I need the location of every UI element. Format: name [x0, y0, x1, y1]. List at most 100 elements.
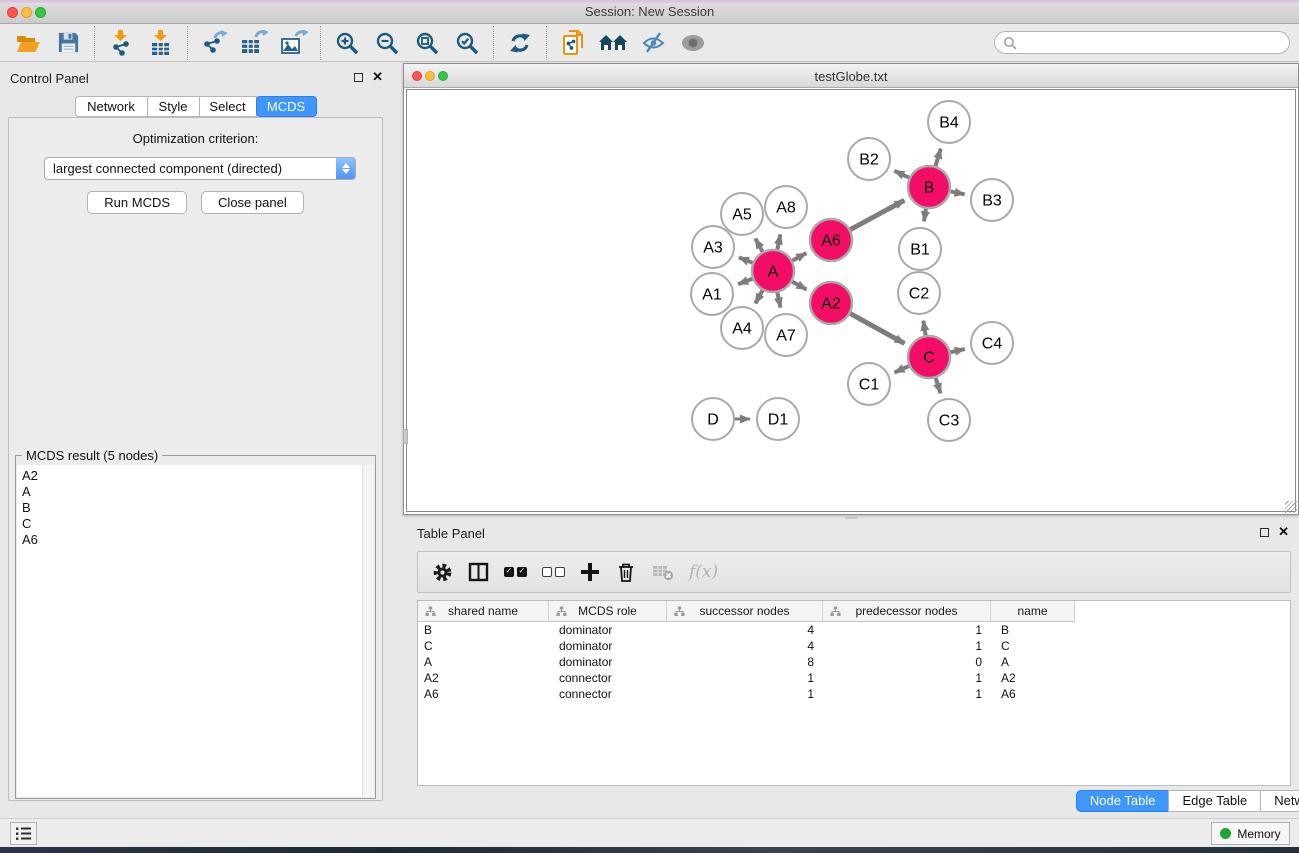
table-cell[interactable]: A2	[991, 670, 1075, 686]
table-cell[interactable]: 1	[823, 638, 991, 654]
export-image-button[interactable]	[274, 26, 314, 60]
run-mcds-button[interactable]: Run MCDS	[87, 191, 187, 214]
graph-node-A2[interactable]: A2	[810, 282, 852, 324]
delete-column-button[interactable]	[615, 557, 637, 587]
zoom-out-button[interactable]	[367, 26, 407, 60]
table-cell[interactable]: connector	[549, 686, 667, 702]
table-cell[interactable]: 1	[823, 670, 991, 686]
float-table-panel-icon[interactable]	[1260, 528, 1269, 537]
search-field[interactable]	[994, 31, 1290, 54]
add-column-button[interactable]	[580, 557, 600, 587]
table-row[interactable]: A6connector11A6	[418, 686, 1290, 702]
graph-node-B4[interactable]: B4	[928, 101, 970, 143]
show-columns-button[interactable]	[468, 557, 489, 587]
table-cell[interactable]: A6	[991, 686, 1075, 702]
graph-node-A1[interactable]: A1	[691, 273, 733, 315]
table-cell[interactable]: dominator	[549, 638, 667, 654]
graph-node-A8[interactable]: A8	[765, 186, 807, 228]
export-table-button[interactable]	[234, 26, 274, 60]
copy-network-button[interactable]	[553, 26, 593, 60]
graph-node-C4[interactable]: C4	[971, 322, 1013, 364]
graph-node-C2[interactable]: C2	[898, 272, 940, 314]
graph-node-B2[interactable]: B2	[848, 138, 890, 180]
result-item[interactable]: A	[22, 484, 362, 500]
window-resize-grip[interactable]	[1285, 501, 1297, 513]
deselect-all-button[interactable]	[542, 557, 565, 587]
open-file-button[interactable]	[8, 26, 48, 60]
column-header-successor-nodes[interactable]: successor nodes	[667, 601, 823, 622]
select-all-button[interactable]	[504, 557, 527, 587]
memory-button[interactable]: Memory	[1211, 822, 1290, 845]
table-cell[interactable]: connector	[549, 670, 667, 686]
graph-node-A4[interactable]: A4	[721, 307, 763, 349]
graph-node-C1[interactable]: C1	[848, 363, 890, 405]
tab-network[interactable]: Network	[75, 96, 148, 117]
graph-node-B3[interactable]: B3	[971, 179, 1013, 221]
refresh-layout-button[interactable]	[500, 26, 540, 60]
table-cell[interactable]: A	[991, 654, 1075, 670]
import-network-button[interactable]	[101, 26, 141, 60]
save-session-button[interactable]	[48, 26, 88, 60]
table-row[interactable]: Adominator80A	[418, 654, 1290, 670]
hide-unhide-button[interactable]	[633, 26, 673, 60]
graph-node-B1[interactable]: B1	[899, 228, 941, 270]
graph-node-B[interactable]: B	[908, 166, 950, 208]
graph-node-D[interactable]: D	[692, 398, 734, 440]
tab-network-table[interactable]: Network Table	[1260, 790, 1299, 812]
delete-table-button[interactable]	[652, 557, 674, 587]
column-header-name[interactable]: name	[991, 601, 1075, 622]
graph-node-D1[interactable]: D1	[757, 398, 799, 440]
result-scrollbar[interactable]	[362, 465, 374, 797]
table-cell[interactable]: dominator	[549, 654, 667, 670]
tab-edge-table[interactable]: Edge Table	[1168, 790, 1261, 812]
column-header-predecessor-nodes[interactable]: predecessor nodes	[823, 601, 991, 622]
graph-node-C3[interactable]: C3	[928, 399, 970, 441]
table-row[interactable]: Cdominator41C	[418, 638, 1290, 654]
tab-node-table[interactable]: Node Table	[1076, 790, 1170, 812]
float-panel-icon[interactable]	[354, 73, 363, 82]
task-history-button[interactable]	[10, 822, 37, 845]
zoom-fit-button[interactable]	[407, 26, 447, 60]
close-panel-icon[interactable]: ✕	[372, 72, 383, 82]
zoom-selected-button[interactable]	[447, 26, 487, 60]
tab-style[interactable]: Style	[147, 96, 200, 117]
zoom-in-button[interactable]	[327, 26, 367, 60]
graph-node-A[interactable]: A	[752, 250, 794, 292]
table-cell[interactable]: A	[418, 654, 549, 670]
table-cell[interactable]: C	[991, 638, 1075, 654]
tab-mcds[interactable]: MCDS	[256, 96, 317, 117]
table-cell[interactable]: 4	[667, 622, 823, 638]
table-cell[interactable]: A2	[418, 670, 549, 686]
result-item[interactable]: C	[22, 516, 362, 532]
tab-select[interactable]: Select	[199, 96, 257, 117]
table-cell[interactable]: A6	[418, 686, 549, 702]
result-item[interactable]: A2	[22, 468, 362, 484]
criterion-dropdown[interactable]: largest connected component (directed)	[44, 157, 356, 180]
search-input[interactable]	[1017, 35, 1289, 51]
network-vertical-scroll-thumb[interactable]	[403, 429, 408, 444]
graph-node-C[interactable]: C	[908, 336, 950, 378]
table-row[interactable]: Bdominator41B	[418, 622, 1290, 638]
graph-node-A3[interactable]: A3	[692, 226, 734, 268]
graph-node-A6[interactable]: A6	[810, 219, 852, 261]
table-cell[interactable]: B	[991, 622, 1075, 638]
table-cell[interactable]: C	[418, 638, 549, 654]
apply-function-button[interactable]: f(x)	[689, 557, 718, 587]
result-item[interactable]: B	[22, 500, 362, 516]
table-cell[interactable]: dominator	[549, 622, 667, 638]
home-view-button[interactable]	[593, 26, 633, 60]
table-cell[interactable]: 1	[667, 670, 823, 686]
close-table-panel-icon[interactable]: ✕	[1278, 527, 1289, 537]
result-item[interactable]: A6	[22, 532, 362, 548]
table-cell[interactable]: 1	[823, 622, 991, 638]
import-table-button[interactable]	[141, 26, 181, 60]
table-cell[interactable]: 1	[823, 686, 991, 702]
column-header-MCDS-role[interactable]: MCDS role	[549, 601, 667, 622]
table-cell[interactable]: B	[418, 622, 549, 638]
mcds-result-list[interactable]: A2ABCA6	[17, 465, 362, 797]
network-canvas[interactable]: B4B2BB3A5A8A6A3B1AA1C2A2A4A7C4CC1C3DD1	[406, 89, 1296, 512]
table-settings-button[interactable]	[432, 557, 453, 587]
column-header-shared-name[interactable]: shared name	[418, 601, 549, 622]
export-network-button[interactable]	[194, 26, 234, 60]
table-cell[interactable]: 8	[667, 654, 823, 670]
